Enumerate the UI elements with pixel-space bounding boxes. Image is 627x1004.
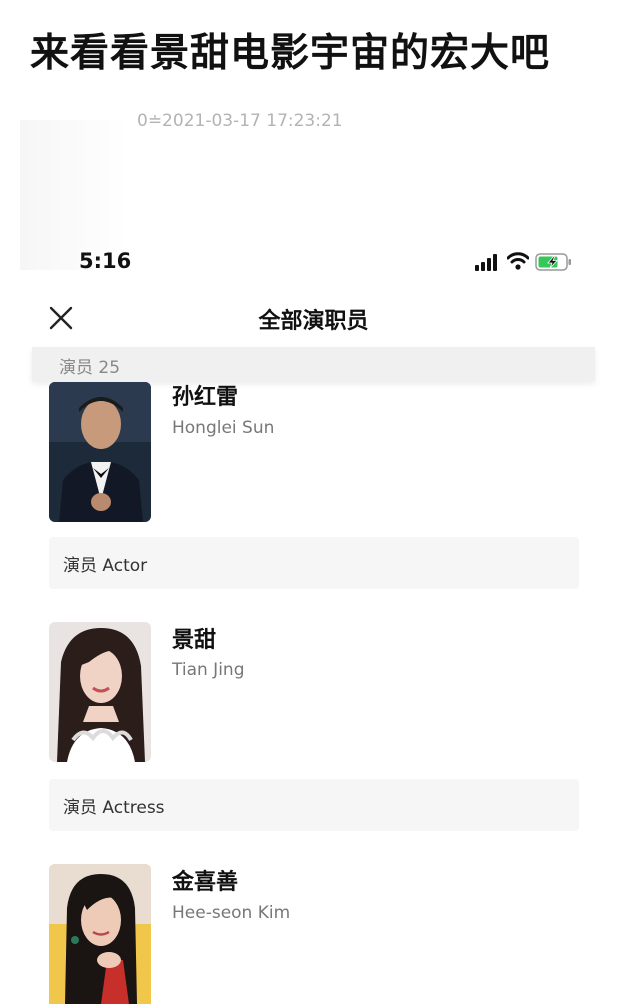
portrait-photo: [49, 622, 151, 762]
section-header-label: 演员 25: [59, 358, 121, 378]
page-title: 全部演职员: [258, 309, 369, 334]
cast-latin-name: Tian Jing: [172, 660, 245, 680]
wifi-icon: [507, 252, 529, 270]
role-box: 演员 Actress: [49, 779, 579, 831]
status-time: 5:16: [79, 249, 132, 273]
avatar[interactable]: [49, 382, 151, 522]
portrait-photo: [49, 864, 151, 1004]
cast-latin-name: Honglei Sun: [172, 418, 275, 438]
cast-latin-name: Hee-seon Kim: [172, 903, 291, 923]
role-label: 演员 Actress: [63, 798, 165, 818]
cast-name: 金喜善: [172, 870, 239, 895]
battery-charging-icon: [535, 253, 571, 271]
avatar[interactable]: [49, 622, 151, 762]
background-artifact: [20, 120, 130, 270]
cast-name: 孙红雷: [172, 385, 239, 410]
section-header-actors: 演员 25: [32, 347, 595, 381]
avatar[interactable]: [49, 864, 151, 1004]
status-icons: [475, 251, 575, 275]
role-box: 演员 Actor: [49, 537, 579, 589]
signal-icon: [475, 253, 501, 271]
portrait-photo: [49, 382, 151, 522]
post-timestamp: 0≐2021-03-17 17:23:21: [137, 111, 343, 131]
role-label: 演员 Actor: [63, 556, 148, 576]
post-title: 来看看景甜电影宇宙的宏大吧: [30, 31, 551, 76]
cast-name: 景甜: [172, 628, 217, 653]
